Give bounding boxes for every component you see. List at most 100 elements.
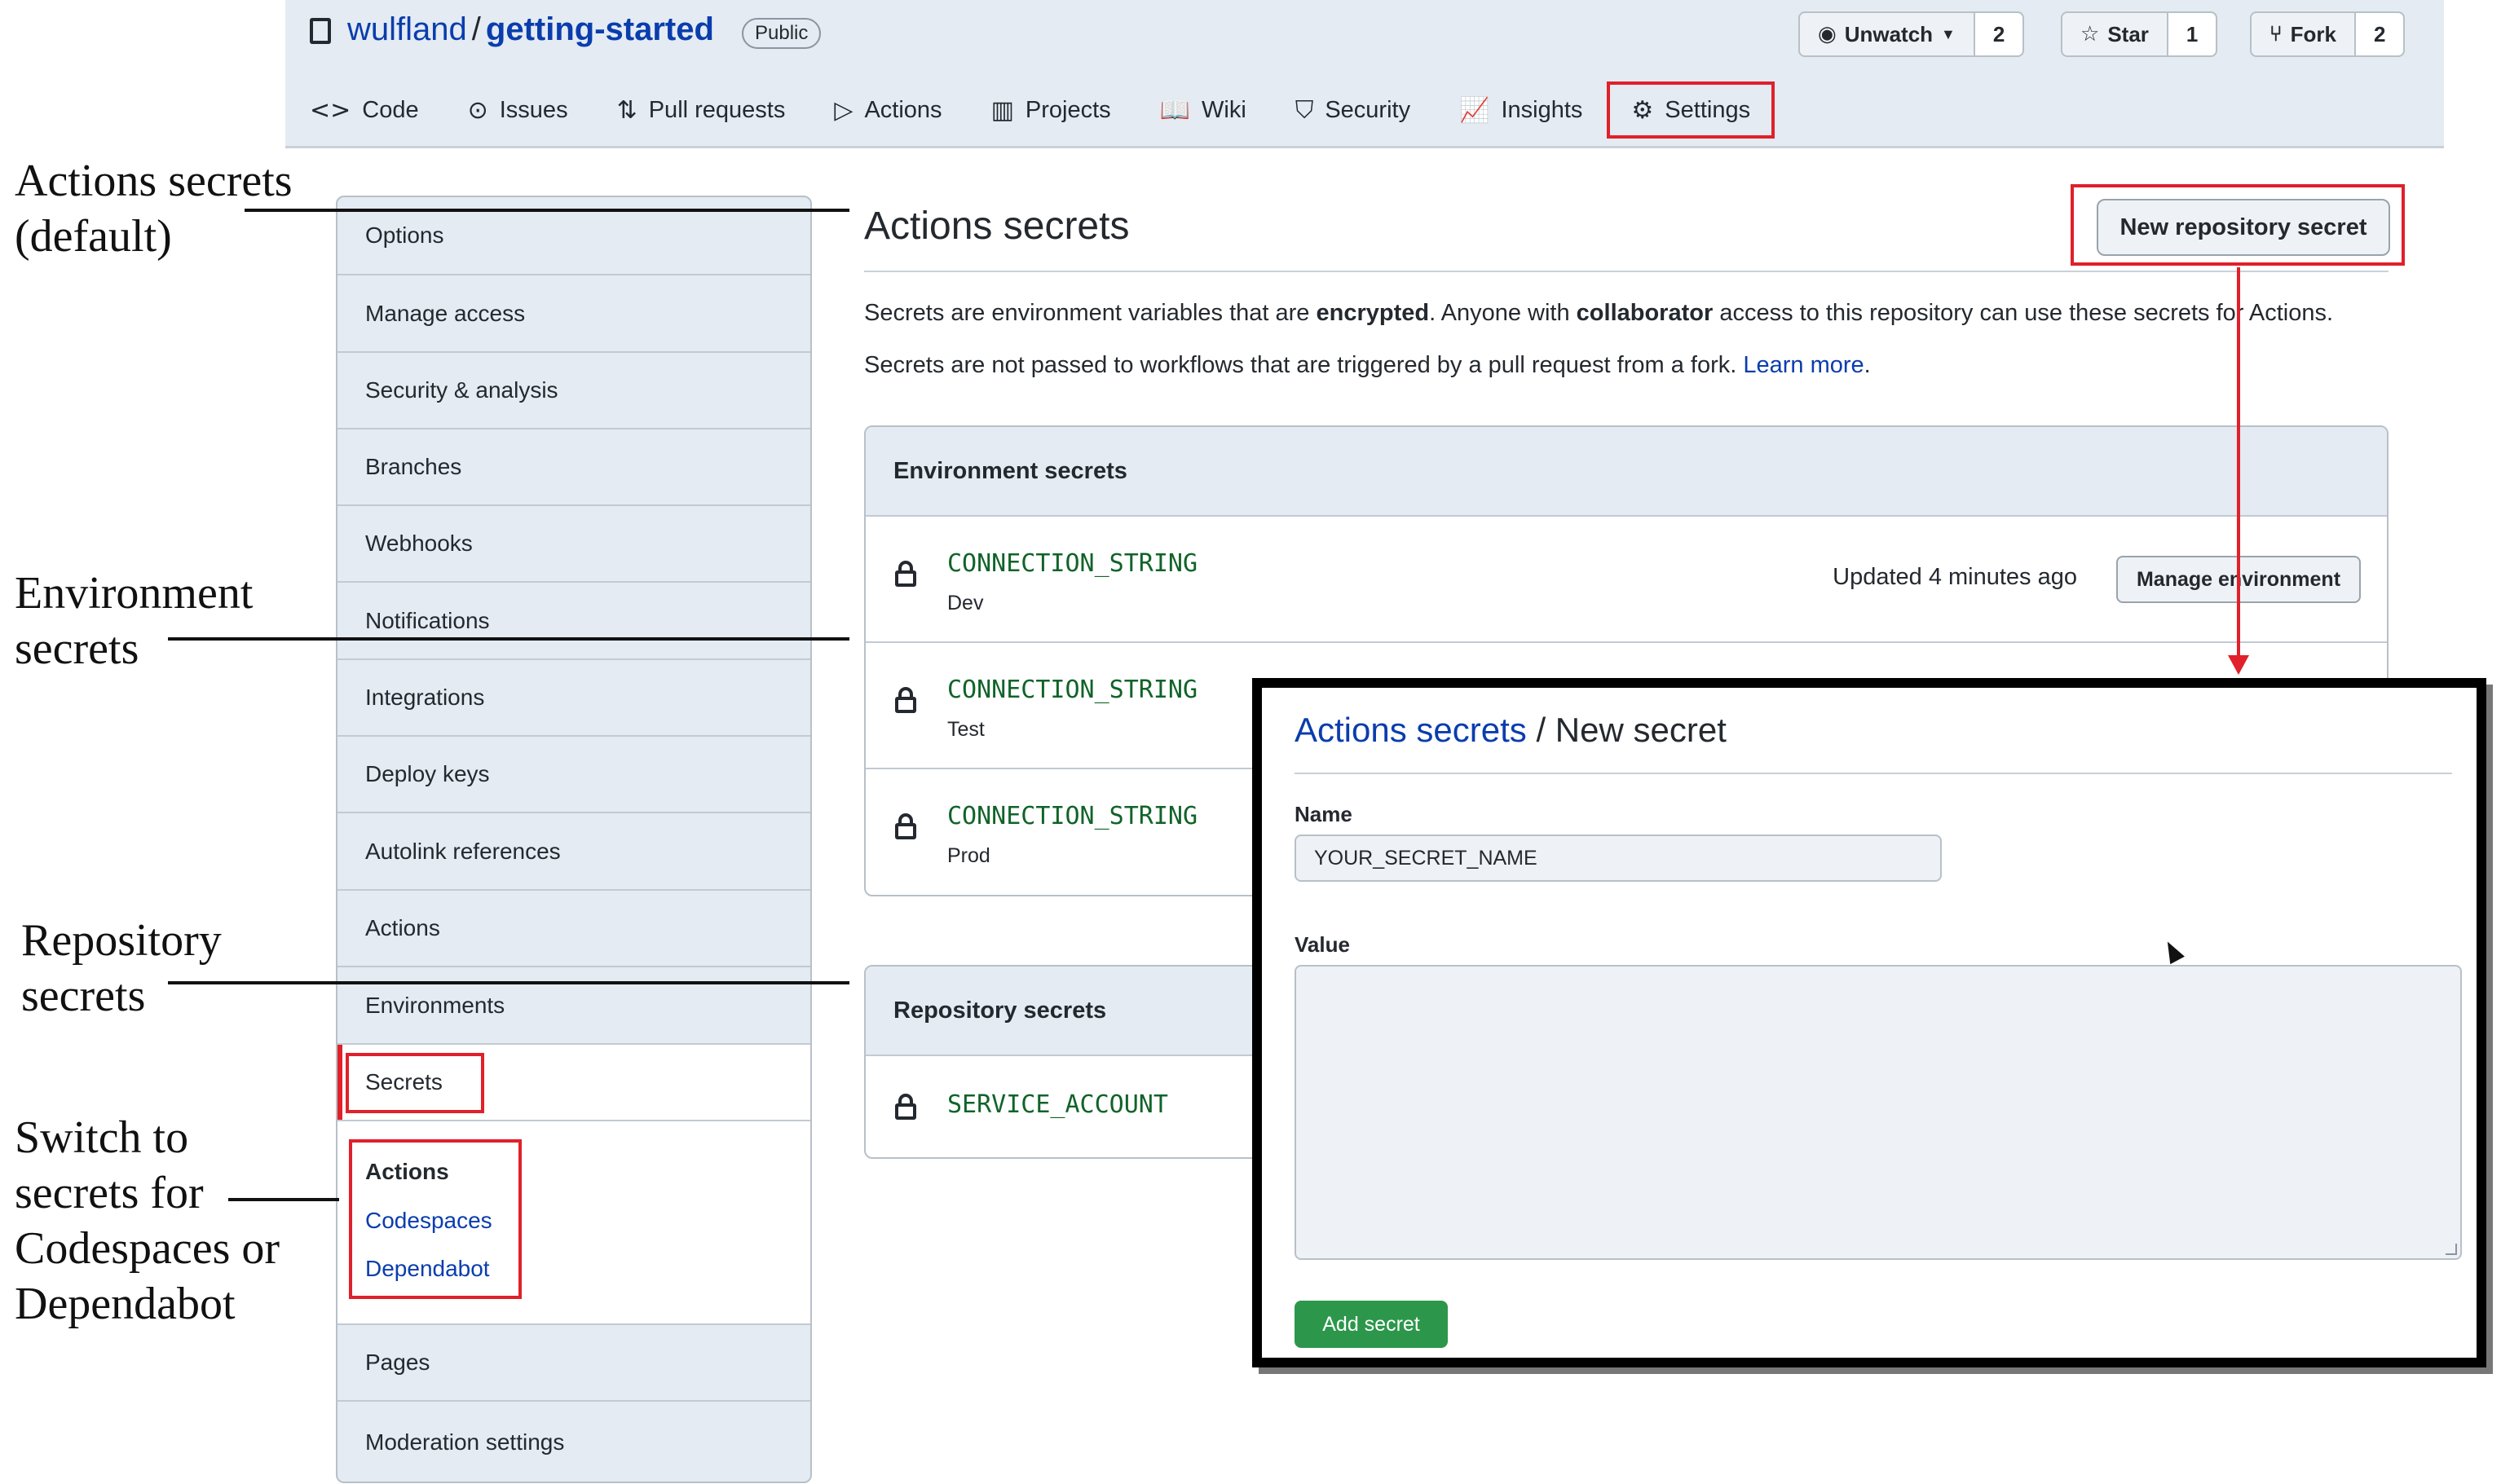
tab-label: Settings bbox=[1665, 96, 1751, 123]
sidebar-item-label: Deploy keys bbox=[365, 761, 490, 786]
learn-more-link[interactable]: Learn more bbox=[1743, 352, 1864, 378]
graph-icon: 📈 bbox=[1459, 95, 1490, 125]
tab-insights[interactable]: 📈 Insights bbox=[1435, 81, 1607, 139]
chevron-down-icon: ▼ bbox=[1941, 25, 1956, 42]
issue-icon: ⊙ bbox=[467, 95, 488, 125]
sidebar-item-webhooks[interactable]: Webhooks bbox=[337, 506, 810, 583]
tab-label: Projects bbox=[1025, 96, 1111, 123]
lock-icon bbox=[895, 687, 916, 713]
leader-line bbox=[168, 637, 849, 641]
breadcrumb-actions-secrets-link[interactable]: Actions secrets bbox=[1295, 711, 1527, 749]
sidebar-item-deploy-keys[interactable]: Deploy keys bbox=[337, 737, 810, 813]
watch-count[interactable]: 2 bbox=[1974, 13, 2023, 55]
tab-settings[interactable]: ⚙ Settings bbox=[1607, 81, 1775, 139]
repo-owner-link[interactable]: wulfland bbox=[347, 11, 467, 47]
annotation-line: secrets for bbox=[15, 1168, 204, 1218]
secret-name: CONNECTION_STRING bbox=[947, 802, 1198, 830]
sidebar-item-moderation-settings[interactable]: Moderation settings bbox=[337, 1402, 810, 1482]
sidebar-item-label: Security & analysis bbox=[365, 377, 558, 403]
add-secret-button[interactable]: Add secret bbox=[1295, 1301, 1448, 1348]
sidebar-item-environments[interactable]: Environments bbox=[337, 967, 810, 1045]
sidebar-item-label: Options bbox=[365, 222, 444, 248]
watch-label: Unwatch bbox=[1844, 21, 1934, 46]
sidebar-item-actions[interactable]: Actions bbox=[337, 891, 810, 967]
eye-icon: ◉ bbox=[1818, 22, 1837, 46]
settings-sidebar: Options Manage access Security & analysi… bbox=[336, 196, 812, 1483]
secret-name: SERVICE_ACCOUNT bbox=[947, 1090, 1168, 1119]
desc-bold-collaborator: collaborator bbox=[1576, 300, 1714, 326]
star-count[interactable]: 1 bbox=[2168, 13, 2216, 55]
sidebar-item-label: Environments bbox=[365, 992, 505, 1018]
tab-code[interactable]: <> Code bbox=[285, 81, 443, 139]
new-secret-dialog: Actions secrets / New secret Name YOUR_S… bbox=[1252, 678, 2486, 1367]
name-label: Name bbox=[1295, 802, 1352, 826]
sidebar-item-label: Pages bbox=[365, 1350, 430, 1375]
sidebar-item-label: Manage access bbox=[365, 300, 526, 326]
annotation-line: secrets bbox=[21, 971, 146, 1021]
panel-heading: Environment secrets bbox=[866, 427, 2387, 517]
tab-issues[interactable]: ⊙ Issues bbox=[443, 81, 593, 139]
sidebar-item-label: Webhooks bbox=[365, 531, 473, 556]
star-button[interactable]: ☆ Star bbox=[2062, 13, 2168, 55]
sidebar-item-security-analysis[interactable]: Security & analysis bbox=[337, 353, 810, 429]
title-divider bbox=[864, 271, 2389, 272]
tab-label: Security bbox=[1325, 96, 1411, 123]
gear-icon: ⚙ bbox=[1631, 95, 1654, 125]
sidebar-item-label: Autolink references bbox=[365, 838, 561, 864]
project-icon: ▥ bbox=[990, 95, 1014, 125]
fork-button-group: ⑂ Fork 2 bbox=[2250, 11, 2406, 57]
annotation-line: secrets bbox=[15, 623, 139, 674]
lock-icon bbox=[895, 813, 916, 839]
dialog-breadcrumb: Actions secrets / New secret bbox=[1295, 711, 1727, 750]
tab-label: Pull requests bbox=[648, 96, 786, 123]
fork-button[interactable]: ⑂ Fork bbox=[2252, 13, 2356, 55]
fork-count[interactable]: 2 bbox=[2355, 13, 2404, 55]
star-button-group: ☆ Star 1 bbox=[2061, 11, 2218, 57]
secret-name-input[interactable]: YOUR_SECRET_NAME bbox=[1295, 834, 1942, 882]
sidebar-item-label: Notifications bbox=[365, 607, 490, 633]
tab-label: Actions bbox=[864, 96, 942, 123]
watch-button[interactable]: ◉ Unwatch ▼ bbox=[1800, 13, 1975, 55]
sidebar-item-manage-access[interactable]: Manage access bbox=[337, 275, 810, 353]
updated-timestamp: Updated 4 minutes ago bbox=[1833, 564, 2077, 590]
code-icon: <> bbox=[310, 95, 351, 125]
desc-bold-encrypted: encrypted bbox=[1316, 300, 1430, 326]
dialog-divider bbox=[1295, 773, 2452, 774]
secrets-highlight-box bbox=[346, 1053, 484, 1113]
arrow-down-icon bbox=[2228, 655, 2249, 675]
breadcrumb-current: New secret bbox=[1555, 711, 1727, 749]
desc-text: Secrets are not passed to workflows that… bbox=[864, 352, 1744, 378]
page-title: Actions secrets bbox=[864, 205, 1130, 248]
secret-value-textarea[interactable] bbox=[1295, 965, 2462, 1260]
tab-security[interactable]: ⛉ Security bbox=[1271, 81, 1435, 139]
resize-handle-icon[interactable] bbox=[2446, 1244, 2457, 1255]
annotation-repository-secrets: Repository secrets bbox=[21, 913, 222, 1024]
tab-pull-requests[interactable]: ⇅ Pull requests bbox=[593, 81, 810, 139]
tab-label: Insights bbox=[1501, 96, 1583, 123]
annotation-environment-secrets: Environment secrets bbox=[15, 566, 253, 676]
sidebar-item-pages[interactable]: Pages bbox=[337, 1325, 810, 1402]
repo-name-link[interactable]: getting-started bbox=[486, 11, 714, 47]
sidebar-item-branches[interactable]: Branches bbox=[337, 429, 810, 506]
annotation-line: Actions secrets bbox=[15, 156, 293, 206]
tab-projects[interactable]: ▥ Projects bbox=[967, 81, 1136, 139]
secrets-submenu: Actions Codespaces Dependabot bbox=[337, 1121, 810, 1325]
tab-wiki[interactable]: 📖 Wiki bbox=[1136, 81, 1271, 139]
sidebar-item-integrations[interactable]: Integrations bbox=[337, 660, 810, 737]
secret-name: CONNECTION_STRING bbox=[947, 676, 1198, 704]
breadcrumb-separator: / bbox=[1526, 711, 1555, 749]
tab-actions[interactable]: ▷ Actions bbox=[809, 81, 966, 139]
mouse-cursor-icon bbox=[2160, 937, 2185, 965]
sidebar-item-notifications[interactable]: Notifications bbox=[337, 583, 810, 660]
sidebar-item-autolink-references[interactable]: Autolink references bbox=[337, 813, 810, 891]
fork-icon: ⑂ bbox=[2269, 22, 2283, 46]
secret-environment: Test bbox=[947, 718, 985, 741]
secret-name: CONNECTION_STRING bbox=[947, 549, 1198, 578]
desc-text: Secrets are environment variables that a… bbox=[864, 300, 1317, 326]
book-icon: 📖 bbox=[1159, 95, 1191, 125]
repo-separator: / bbox=[471, 11, 481, 47]
lock-icon bbox=[895, 1094, 916, 1120]
description-fork: Secrets are not passed to workflows that… bbox=[864, 352, 1871, 379]
new-secret-highlight-box bbox=[2071, 184, 2405, 266]
annotation-line: Environment bbox=[15, 568, 254, 619]
